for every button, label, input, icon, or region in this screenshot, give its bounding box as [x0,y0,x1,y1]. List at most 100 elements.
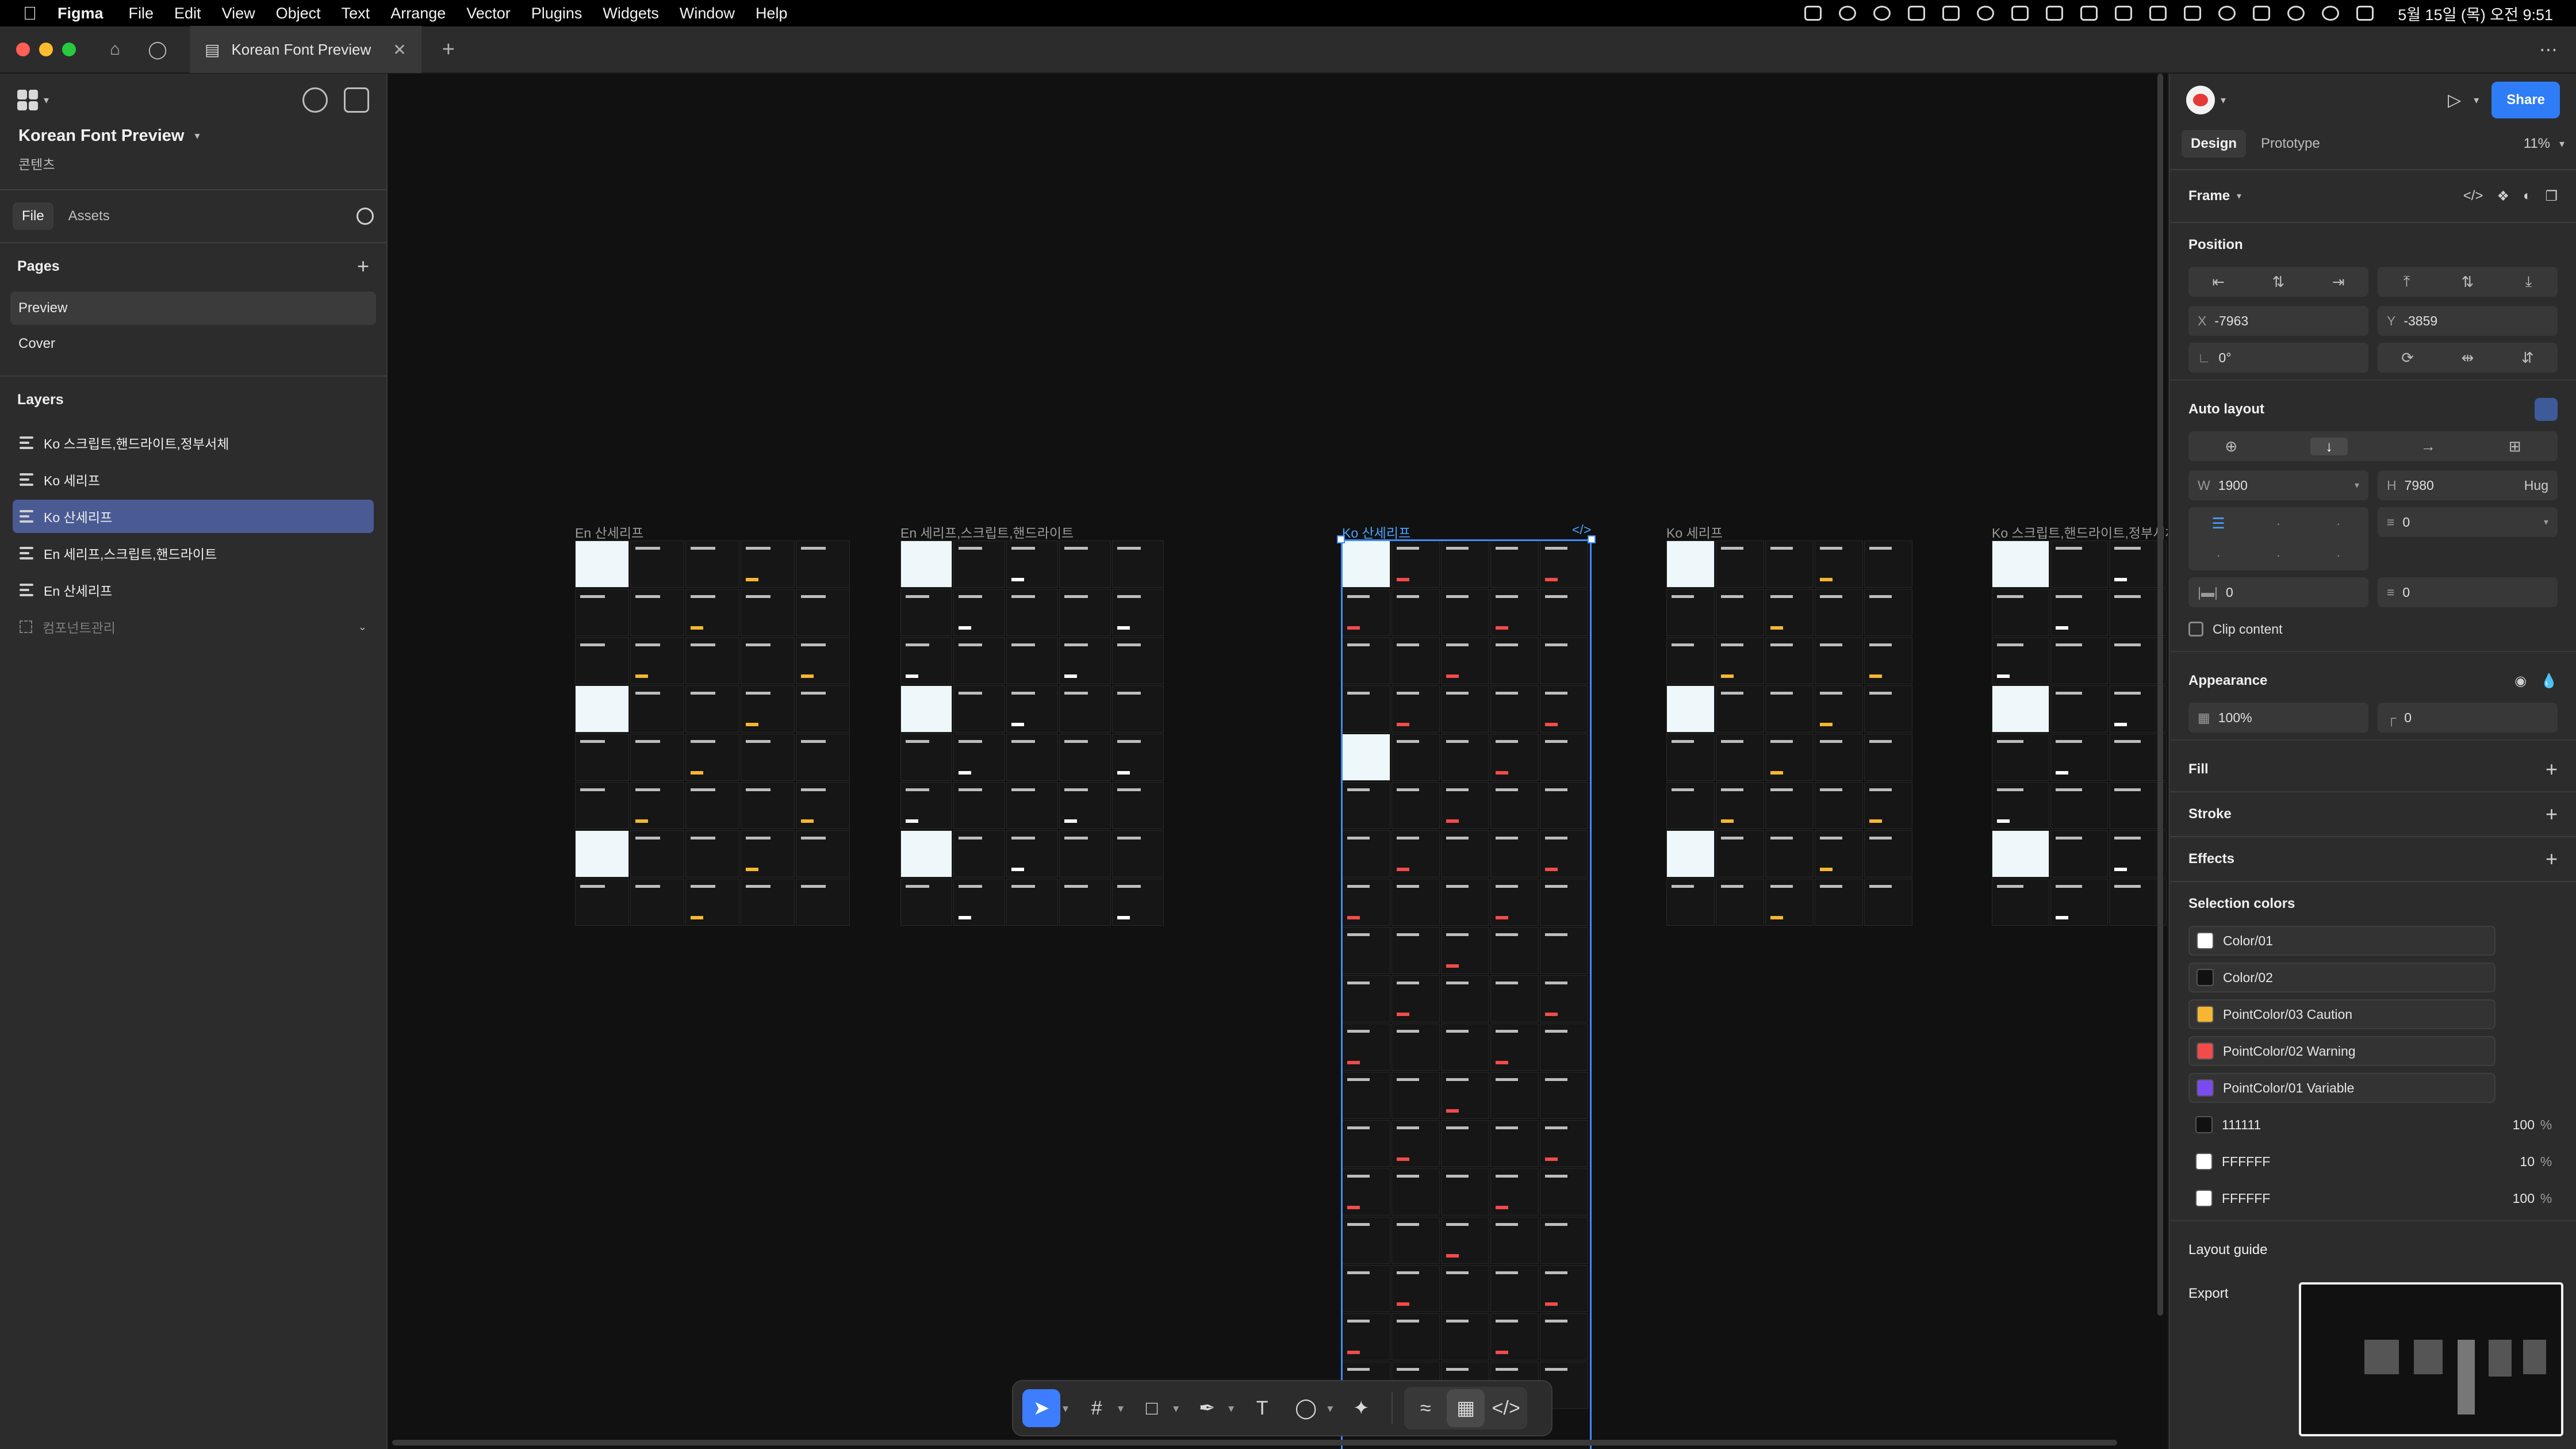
x-field[interactable]: X -7963 [2188,306,2368,336]
font-preview-card[interactable] [630,637,684,684]
page-item-preview[interactable]: Preview [10,292,376,325]
chevron-down-icon[interactable]: ▾ [2355,480,2359,491]
layer-item-selected[interactable]: Ko 산세리프 [13,500,374,533]
font-preview-card[interactable] [900,685,952,733]
font-preview-card[interactable] [1864,685,1912,733]
font-preview-card[interactable] [575,589,629,636]
font-preview-card[interactable] [1006,540,1058,588]
frame-title[interactable]: Frame [2188,188,2230,204]
notion-icon[interactable] [2080,6,2098,21]
font-preview-card[interactable] [685,879,739,926]
close-tab-icon[interactable]: ✕ [393,40,406,59]
font-preview-card[interactable] [1666,637,1715,684]
font-preview-card[interactable] [1864,589,1912,636]
align-top-left-icon[interactable]: ☰ [2212,515,2225,532]
spotlight-icon[interactable] [2322,6,2340,21]
opacity-field[interactable]: ▦ 100% [2188,703,2368,733]
menu-file[interactable]: File [129,5,154,22]
font-preview-card[interactable] [1765,734,1814,781]
tray-cloud-icon[interactable] [1942,6,1960,21]
font-preview-card[interactable] [1815,589,1863,636]
color-swatch[interactable] [2196,932,2214,949]
padding-horizontal-field[interactable]: |▬| 0 [2188,577,2368,607]
add-effect-button[interactable]: + [2546,847,2558,871]
auto-layout-toggle-icon[interactable] [2535,398,2558,421]
layer-item[interactable]: En 세리프,스크립트,핸드라이트 [13,536,374,570]
align-right-icon[interactable]: ⇥ [2332,273,2345,291]
font-preview-card[interactable] [1815,879,1863,926]
color-swatch[interactable] [2196,1006,2214,1023]
font-preview-card[interactable] [741,734,795,781]
bluetooth-icon[interactable] [1908,6,1926,21]
align-dot[interactable]: · [2276,516,2280,531]
align-dot[interactable]: · [2276,548,2280,563]
chevron-down-icon[interactable]: ▾ [2221,94,2226,106]
align-dot[interactable]: · [2217,548,2221,563]
font-preview-card[interactable] [1666,879,1715,926]
font-preview-card[interactable] [1006,782,1058,829]
align-bottom-icon[interactable]: ⤓ [2525,273,2532,291]
font-preview-card[interactable] [1006,637,1058,684]
font-preview-card[interactable] [900,637,952,684]
font-preview-card[interactable] [741,637,795,684]
layout-wrap-icon[interactable]: ⊕ [2225,438,2237,455]
home-icon[interactable]: ⌂ [99,33,131,66]
font-preview-card[interactable] [2050,589,2108,636]
font-preview-card[interactable] [630,879,684,926]
layout-grid-icon[interactable]: ⊞ [2509,438,2521,455]
align-center-h-icon[interactable]: ⇅ [2272,273,2285,291]
font-preview-card[interactable] [796,685,850,733]
chevron-down-icon[interactable]: ▾ [2544,516,2548,528]
airpods-icon[interactable] [2149,6,2167,21]
font-preview-card[interactable] [2050,782,2108,829]
layout-vertical-icon[interactable]: ↓ [2310,437,2348,455]
font-preview-card[interactable] [575,734,629,781]
font-preview-card[interactable] [1716,685,1764,733]
height-mode[interactable]: Hug [2524,478,2548,493]
actions-tool-icon[interactable]: ✦ [1342,1389,1380,1427]
font-preview-card[interactable] [1864,879,1912,926]
hex-opacity[interactable]: 100 [2489,1191,2535,1206]
font-preview-card[interactable] [1765,637,1814,684]
color-swatch[interactable] [2195,1190,2213,1207]
frame-label[interactable]: Ko 세리프 [1666,522,1723,542]
rectangle-tool-icon[interactable]: □ [1133,1389,1171,1427]
font-preview-card[interactable] [1112,589,1164,636]
font-preview-card[interactable] [1765,685,1814,733]
font-preview-card[interactable] [1059,685,1111,733]
rotate-icon[interactable]: ⟳ [2401,349,2414,367]
font-preview-card[interactable] [900,540,952,588]
rotation-field[interactable]: ∟ 0° [2188,343,2368,373]
align-dot[interactable]: · [2336,548,2340,563]
chevron-down-icon[interactable]: ▾ [2474,94,2479,106]
font-preview-card[interactable] [796,830,850,877]
font-preview-card[interactable] [1765,830,1814,877]
tray-sync-icon[interactable] [1839,6,1857,21]
font-preview-card[interactable] [1716,734,1764,781]
color-swatch[interactable] [2196,969,2214,986]
font-preview-card[interactable] [1112,685,1164,733]
layer-item[interactable]: Ko 스크립트,핸드라이트,정부서체 [13,426,374,459]
new-tab-button[interactable]: + [442,37,455,62]
menu-arrange[interactable]: Arrange [390,5,446,22]
font-preview-card[interactable] [1864,734,1912,781]
wifi-icon[interactable] [2287,6,2305,21]
font-preview-card[interactable] [1666,830,1715,877]
drafts-icon[interactable]: ◯ [141,33,174,66]
font-preview-card[interactable] [1112,830,1164,877]
font-preview-card[interactable] [1059,879,1111,926]
font-preview-card[interactable] [900,879,952,926]
battery-icon[interactable] [2253,6,2271,21]
font-preview-card[interactable] [630,540,684,588]
tab-design[interactable]: Design [2182,130,2247,158]
font-preview-card[interactable] [953,879,1005,926]
comment-tool-icon[interactable]: ◯ [1287,1389,1325,1427]
tray-record-icon[interactable] [1977,6,1995,21]
clip-content-checkbox[interactable] [2188,622,2203,637]
hex-color-row[interactable]: FFFFFF 10 % [2188,1147,2558,1176]
menu-widgets[interactable]: Widgets [603,5,659,22]
radius-field[interactable]: ┌ 0 [2378,703,2558,733]
font-preview-card[interactable] [1059,782,1111,829]
font-preview-card[interactable] [685,637,739,684]
horizontal-scrollbar[interactable] [392,1440,2117,1446]
